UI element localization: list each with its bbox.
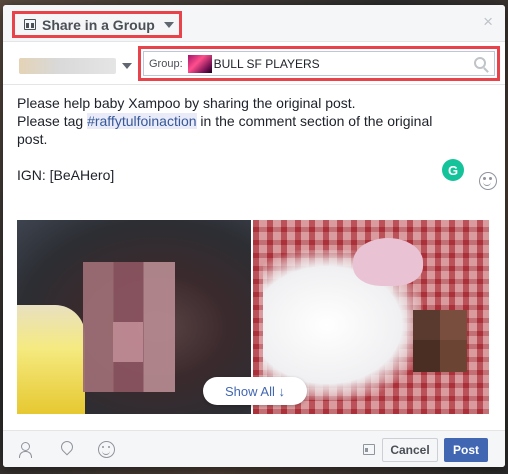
- chevron-down-icon: [122, 63, 132, 69]
- group-name: BULL SF PLAYERS: [213, 56, 320, 71]
- close-icon[interactable]: ×: [483, 13, 493, 31]
- privacy-icon[interactable]: [363, 444, 375, 455]
- tag-people-icon[interactable]: [17, 441, 34, 458]
- feeling-icon[interactable]: [98, 441, 115, 458]
- cancel-button[interactable]: Cancel: [382, 438, 438, 462]
- profile-name-redacted: [19, 58, 116, 74]
- dialog-header: Share in a Group ×: [3, 5, 505, 42]
- audience-row: Group: BULL SF PLAYERS: [3, 42, 505, 85]
- group-thumbnail: [187, 54, 212, 73]
- baby-bottle-image: [17, 305, 85, 414]
- composer-line-4: IGN: [BeAHero]: [17, 167, 115, 183]
- search-icon[interactable]: [474, 57, 486, 69]
- composer-line-2-suffix: in the comment section of the original: [196, 113, 433, 129]
- share-type-dropdown[interactable]: Share in a Group: [12, 11, 182, 38]
- emoji-icon[interactable]: [479, 172, 497, 190]
- pink-bonnet-image: [353, 238, 423, 286]
- group-input[interactable]: Group: BULL SF PLAYERS: [143, 51, 495, 76]
- group-icon: [24, 19, 36, 30]
- composer-line-2-prefix: Please tag: [17, 113, 88, 129]
- chevron-down-icon: [163, 21, 174, 28]
- share-dialog: Share in a Group × Group: BULL SF PLAYER…: [3, 5, 505, 467]
- share-type-label: Share in a Group: [42, 16, 155, 33]
- composer-line-2: Please tag #raffytulfoinaction in the co…: [17, 112, 457, 130]
- grammarly-icon[interactable]: G: [442, 159, 464, 181]
- pixelated-face-1: [83, 262, 175, 392]
- pixelated-face-2: [413, 310, 467, 372]
- show-all-button[interactable]: Show All ↓: [203, 377, 307, 405]
- group-field-label: Group:: [149, 57, 183, 70]
- composer-line-3: post.: [17, 131, 48, 147]
- composer-blank-line: [17, 148, 457, 166]
- profile-selector[interactable]: [19, 57, 137, 75]
- location-icon[interactable]: [58, 441, 75, 458]
- group-selector-highlight: Group: BULL SF PLAYERS: [138, 46, 500, 81]
- attached-photos: Show All ↓: [17, 220, 489, 414]
- hashtag-link[interactable]: #raffytulfoinaction: [87, 113, 197, 129]
- dialog-footer: Cancel Post: [3, 430, 505, 467]
- post-text-input[interactable]: Please help baby Xampoo by sharing the o…: [17, 94, 457, 184]
- composer-line-1: Please help baby Xampoo by sharing the o…: [17, 95, 356, 111]
- post-button[interactable]: Post: [444, 438, 488, 462]
